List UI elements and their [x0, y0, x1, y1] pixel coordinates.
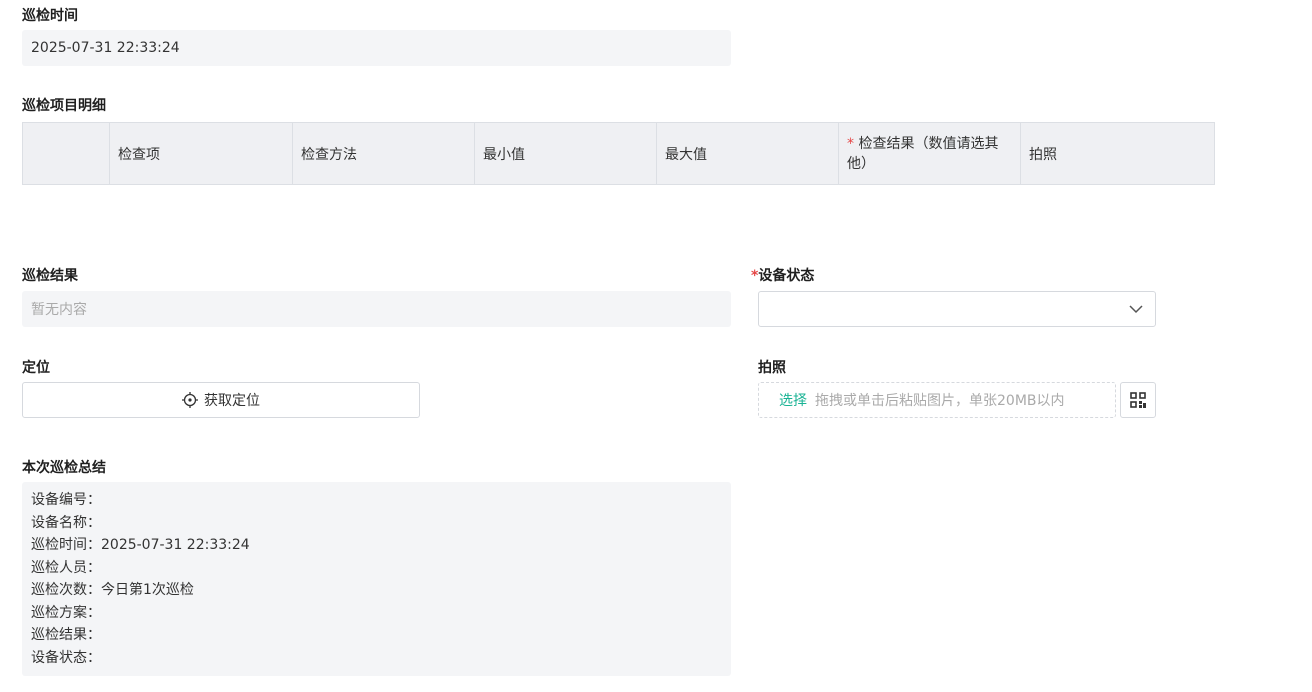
inspection-time-value: 2025-07-31 22:33:24	[31, 40, 180, 56]
device-status-select[interactable]	[758, 291, 1156, 327]
chevron-down-icon	[1129, 304, 1143, 314]
summary-line: 巡检次数：今日第1次巡检	[31, 579, 722, 602]
photo-upload-hint: 拖拽或单击后粘贴图片，单张20MB以内	[815, 390, 1065, 410]
col-check-result: * 检查结果（数值请选其他）	[839, 123, 1021, 185]
photo-select-link[interactable]: 选择	[779, 390, 807, 410]
photo-label: 拍照	[758, 357, 786, 377]
summary-line: 巡检时间：2025-07-31 22:33:24	[31, 534, 722, 557]
summary-line: 设备状态：	[31, 647, 722, 670]
locate-icon	[182, 392, 198, 408]
inspection-time-field: 2025-07-31 22:33:24	[22, 30, 731, 66]
col-check-method: 检查方法	[293, 123, 475, 185]
photo-upload-area[interactable]: 选择 拖拽或单击后粘贴图片，单张20MB以内	[758, 382, 1116, 418]
location-label: 定位	[22, 357, 50, 377]
items-table: 检查项 检查方法 最小值 最大值 * 检查结果（数值请选其他） 拍照	[22, 122, 1215, 185]
summary-line: 巡检方案：	[31, 602, 722, 625]
summary-field: 设备编号： 设备名称： 巡检时间：2025-07-31 22:33:24 巡检人…	[22, 482, 731, 676]
inspection-result-placeholder: 暂无内容	[31, 299, 87, 319]
col-min: 最小值	[475, 123, 657, 185]
get-location-label: 获取定位	[204, 390, 260, 410]
device-status-label: *设备状态	[751, 265, 814, 285]
col-max: 最大值	[657, 123, 839, 185]
col-check-result-label: 检查结果（数值请选其他）	[847, 136, 998, 172]
col-photo: 拍照	[1021, 123, 1215, 185]
device-status-label-text: 设备状态	[758, 268, 814, 284]
summary-line: 设备名称：	[31, 512, 722, 535]
inspection-result-field: 暂无内容	[22, 291, 731, 327]
table-header-row: 检查项 检查方法 最小值 最大值 * 检查结果（数值请选其他） 拍照	[23, 123, 1215, 185]
summary-line: 设备编号：	[31, 489, 722, 512]
get-location-button[interactable]: 获取定位	[22, 382, 420, 418]
summary-label: 本次巡检总结	[22, 457, 106, 477]
inspection-result-label: 巡检结果	[22, 265, 78, 285]
required-mark: *	[847, 136, 854, 152]
summary-line: 巡检结果：	[31, 624, 722, 647]
summary-line: 巡检人员：	[31, 557, 722, 580]
qr-code-icon	[1130, 392, 1146, 408]
inspection-time-label: 巡检时间	[22, 5, 78, 25]
items-detail-label: 巡检项目明细	[22, 95, 106, 115]
col-index	[23, 123, 110, 185]
col-check-item: 检查项	[110, 123, 293, 185]
qr-code-button[interactable]	[1120, 382, 1156, 418]
